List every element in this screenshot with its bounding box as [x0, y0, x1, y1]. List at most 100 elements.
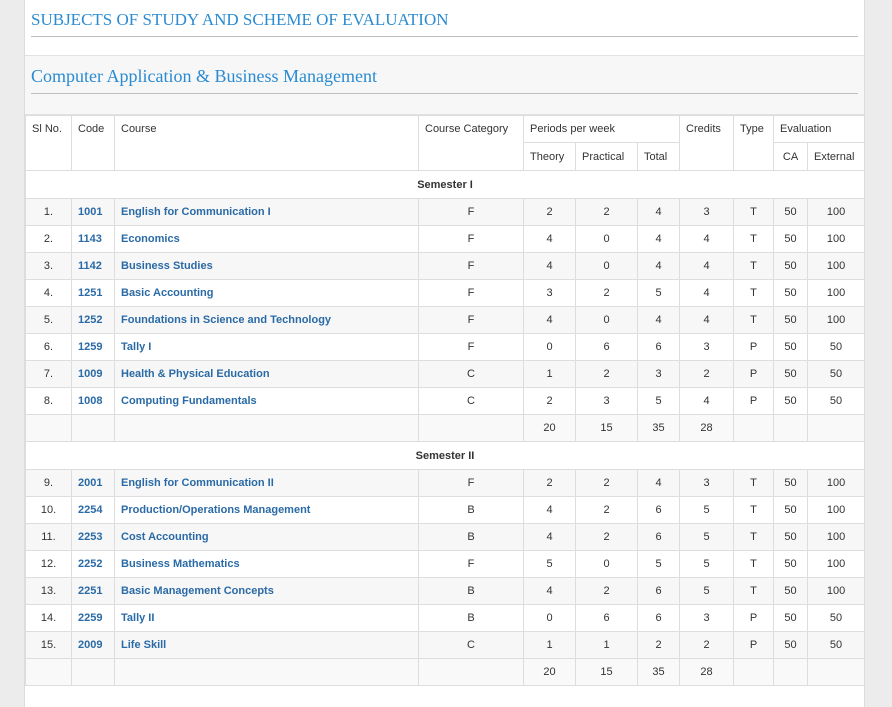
- credits-cell: 2: [679, 631, 735, 659]
- practical-cell: 0: [575, 252, 638, 280]
- ca-cell: 50: [773, 523, 809, 551]
- total-cell: 4: [636, 469, 681, 497]
- credits-cell: 5: [679, 523, 735, 551]
- theory-cell: 1: [523, 631, 576, 659]
- table-row: 4. 1251 Basic Accounting F 3 2 5 4 T 50 100: [25, 279, 864, 307]
- ca-cell: 50: [773, 577, 809, 605]
- course-name-link[interactable]: Basic Accounting: [114, 279, 419, 307]
- course-code-link[interactable]: 1259: [71, 333, 115, 361]
- sl-no-cell: 2.: [25, 225, 72, 253]
- scheme-table: Sl No. Code Course Course Category Perio…: [25, 115, 864, 686]
- course-code-link[interactable]: 1252: [71, 306, 115, 334]
- table-row: 12. 2252 Business Mathematics F 5 0 5 5 T 50 100: [25, 550, 864, 578]
- course-name-link[interactable]: Basic Management Concepts: [114, 577, 419, 605]
- ca-cell: 50: [773, 333, 809, 361]
- theory-cell: 3: [523, 279, 576, 307]
- empty-cell: [114, 658, 419, 686]
- type-cell: P: [733, 360, 775, 388]
- table-row: 2. 1143 Economics F 4 0 4 4 T 50 100: [25, 225, 864, 253]
- table-row: 8. 1008 Computing Fundamentals C 2 3 5 4 P 50 50: [25, 387, 864, 415]
- header-block: SUBJECTS OF STUDY AND SCHEME OF EVALUATI…: [25, 0, 864, 115]
- empty-cell: [773, 414, 809, 442]
- course-category-cell: F: [418, 550, 524, 578]
- total-cell: 4: [636, 252, 681, 280]
- semester-label: Semester I: [25, 170, 864, 199]
- ca-cell: 50: [773, 252, 809, 280]
- course-name-link[interactable]: Foundations in Science and Technology: [114, 306, 419, 334]
- totals-row: 20 15 35 28: [25, 414, 864, 442]
- course-name-link[interactable]: Life Skill: [114, 631, 419, 659]
- empty-cell: [25, 414, 72, 442]
- course-code-link[interactable]: 1251: [71, 279, 115, 307]
- course-code-link[interactable]: 1142: [71, 252, 115, 280]
- practical-cell: 6: [575, 333, 638, 361]
- ca-cell: 50: [773, 631, 809, 659]
- ca-cell: 50: [773, 225, 809, 253]
- ca-cell: 50: [773, 469, 809, 497]
- course-code-link[interactable]: 2252: [71, 550, 115, 578]
- sl-no-cell: 1.: [25, 198, 72, 226]
- theory-total: 20: [523, 414, 576, 442]
- sl-no-cell: 13.: [25, 577, 72, 605]
- type-cell: P: [733, 387, 775, 415]
- course-category-cell: F: [418, 306, 524, 334]
- course-category-cell: F: [418, 333, 524, 361]
- course-name-link[interactable]: Health & Physical Education: [114, 360, 419, 388]
- sl-no-cell: 6.: [25, 333, 72, 361]
- credits-cell: 3: [679, 198, 735, 226]
- course-code-link[interactable]: 1001: [71, 198, 115, 226]
- ca-cell: 50: [773, 360, 809, 388]
- empty-cell: [733, 414, 775, 442]
- theory-cell: 4: [523, 225, 576, 253]
- course-name-link[interactable]: Business Studies: [114, 252, 419, 280]
- total-cell: 4: [636, 198, 681, 226]
- external-cell: 100: [807, 225, 864, 253]
- course-name-link[interactable]: Business Mathematics: [114, 550, 419, 578]
- course-code-link[interactable]: 1009: [71, 360, 115, 388]
- course-code-link[interactable]: 1143: [71, 225, 115, 253]
- course-name-link[interactable]: Tally I: [114, 333, 419, 361]
- course-name-link[interactable]: Computing Fundamentals: [114, 387, 419, 415]
- course-category-cell: B: [418, 523, 524, 551]
- totals-row: 20 15 35 28: [25, 658, 864, 686]
- total-cell: 4: [636, 306, 681, 334]
- type-cell: T: [733, 306, 775, 334]
- course-code-link[interactable]: 2009: [71, 631, 115, 659]
- credits-cell: 5: [679, 550, 735, 578]
- col-code: Code: [71, 115, 115, 171]
- ca-cell: 50: [773, 604, 809, 632]
- theory-cell: 2: [523, 387, 576, 415]
- course-code-link[interactable]: 2259: [71, 604, 115, 632]
- type-cell: P: [733, 333, 775, 361]
- course-name-link[interactable]: Economics: [114, 225, 419, 253]
- semester-row: Semester I: [25, 170, 864, 199]
- external-cell: 50: [807, 360, 864, 388]
- empty-cell: [773, 658, 809, 686]
- course-code-link[interactable]: 1008: [71, 387, 115, 415]
- course-code-link[interactable]: 2253: [71, 523, 115, 551]
- table-row: 7. 1009 Health & Physical Education C 1 2 3 2 P 5…: [25, 360, 864, 388]
- course-code-link[interactable]: 2251: [71, 577, 115, 605]
- total-cell: 3: [636, 360, 681, 388]
- course-category-cell: C: [418, 387, 524, 415]
- content-panel: SUBJECTS OF STUDY AND SCHEME OF EVALUATI…: [24, 0, 865, 707]
- external-cell: 50: [807, 604, 864, 632]
- course-name-link[interactable]: English for Communication I: [114, 198, 419, 226]
- empty-cell: [733, 658, 775, 686]
- credits-cell: 2: [679, 360, 735, 388]
- external-cell: 100: [807, 550, 864, 578]
- course-code-link[interactable]: 2001: [71, 469, 115, 497]
- course-name-link[interactable]: English for Communication II: [114, 469, 419, 497]
- practical-total: 15: [575, 414, 638, 442]
- course-name-link[interactable]: Production/Operations Management: [114, 496, 419, 524]
- course-name-link[interactable]: Tally II: [114, 604, 419, 632]
- ca-cell: 50: [773, 496, 809, 524]
- course-code-link[interactable]: 2254: [71, 496, 115, 524]
- type-cell: T: [733, 577, 775, 605]
- theory-cell: 0: [523, 333, 576, 361]
- credits-cell: 4: [679, 306, 735, 334]
- credits-total: 28: [679, 414, 735, 442]
- course-name-link[interactable]: Cost Accounting: [114, 523, 419, 551]
- type-cell: T: [733, 523, 775, 551]
- course-category-cell: C: [418, 360, 524, 388]
